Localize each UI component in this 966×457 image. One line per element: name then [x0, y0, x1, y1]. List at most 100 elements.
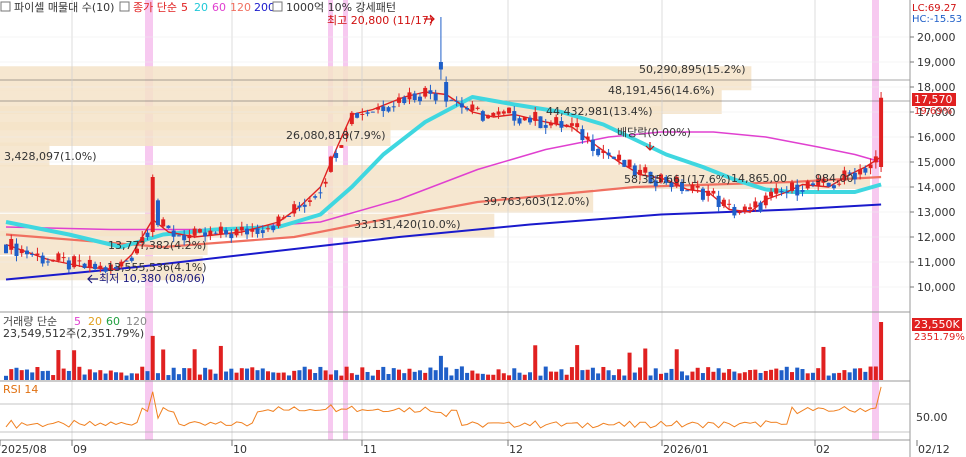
candle-body — [98, 265, 103, 269]
time-tick-label: 10 — [233, 443, 247, 456]
candle — [370, 111, 375, 113]
volume-bar — [491, 374, 496, 380]
candle-body — [470, 104, 475, 111]
candle-body — [40, 255, 45, 264]
volume-bar — [826, 375, 831, 380]
candle-body — [438, 62, 443, 70]
pattern-toggle[interactable] — [272, 1, 283, 12]
volume-bar — [286, 375, 291, 380]
time-tick-label: 09 — [73, 443, 87, 456]
volume-bar — [590, 367, 595, 380]
candle — [166, 225, 171, 229]
candle-body — [716, 195, 721, 207]
candle-body — [596, 148, 601, 156]
candle-body — [790, 182, 794, 191]
candle-body — [737, 211, 742, 214]
volume-bar — [779, 370, 784, 380]
volume-bar — [496, 369, 501, 380]
volume-bar — [847, 372, 852, 380]
volume-bar — [810, 372, 815, 380]
volume-bar — [61, 368, 66, 380]
volume-bar — [763, 370, 768, 380]
volume-bar — [4, 375, 8, 380]
candle-body — [569, 123, 574, 126]
volume-bar — [554, 371, 559, 380]
volume-bar — [40, 371, 45, 380]
volume-bar — [669, 368, 674, 380]
candle-body — [155, 200, 160, 226]
candle-body — [297, 205, 302, 208]
volume-bar — [454, 368, 459, 380]
volume-profile-label: 14,865,00 — [731, 172, 787, 185]
candle-body — [292, 204, 297, 214]
candle-body — [349, 112, 354, 125]
candle-body — [533, 111, 538, 121]
candle-body — [229, 233, 234, 239]
price-tick-label: 16,000 — [917, 131, 956, 144]
volume-bar — [376, 369, 381, 380]
settings-toggle[interactable] — [0, 1, 11, 12]
candle-body — [706, 190, 711, 196]
candle-body — [753, 201, 758, 208]
volume-bar — [66, 370, 71, 380]
volume-bar — [166, 375, 171, 380]
candle-body — [271, 225, 276, 231]
volume-bar — [795, 367, 800, 380]
candle-body — [475, 107, 480, 109]
annotation-low: 최저 10,380 (08/06) — [99, 272, 205, 285]
volume-bar — [344, 366, 349, 380]
volume-bar — [465, 372, 470, 380]
candle-body — [386, 107, 391, 112]
candle-body — [779, 191, 784, 193]
time-tick-label: 02 — [816, 443, 830, 456]
candle-body — [4, 244, 8, 254]
candle-body — [727, 203, 732, 205]
volume-bar — [391, 368, 396, 380]
pattern-label: 1000억 10% 강세패턴 — [286, 1, 396, 14]
candle-body — [496, 111, 501, 115]
candle-body — [412, 93, 417, 101]
candle-body — [239, 226, 244, 231]
annotation-high: 최고 20,800 (11/17) — [327, 14, 433, 27]
candle-body — [863, 168, 868, 173]
candle-body — [528, 117, 532, 123]
candle — [150, 174, 155, 237]
volume-profile-toggle[interactable]: 파이셀 매물대 수(10) — [14, 1, 114, 14]
candle-body — [564, 124, 569, 127]
volume-bar — [260, 368, 265, 380]
volume-bar — [449, 375, 454, 380]
volume-bar — [381, 366, 386, 380]
volume-bar — [459, 366, 464, 380]
candle-body — [339, 145, 344, 148]
volume-bar — [192, 349, 197, 380]
volume-bar — [255, 370, 260, 380]
stock-chart[interactable]: 50,290,895(15.2%) 48,191,456(14.6%) 44,432… — [0, 0, 966, 457]
volume-bar — [564, 374, 569, 380]
candle-body — [538, 116, 543, 129]
volume-bar — [402, 373, 407, 380]
candle-body — [9, 238, 14, 250]
volume-bar — [103, 373, 108, 380]
volume-bar — [234, 372, 239, 380]
candle-body — [176, 235, 181, 237]
volume-bar — [622, 375, 627, 380]
volume-badge-value: 23,550K — [914, 318, 960, 331]
candle-body — [281, 217, 286, 219]
candle-body — [51, 259, 56, 262]
candle-body — [402, 97, 407, 104]
volume-bar — [150, 335, 155, 380]
candle-body — [286, 215, 291, 217]
ma200-label: 200 — [254, 1, 275, 14]
volume-bar — [732, 371, 737, 380]
volume-bar — [119, 372, 124, 380]
volume-profile-label: 13,77?,382(4.2%) — [108, 239, 206, 252]
time-tick-label: 12 — [509, 443, 523, 456]
volume-bar — [711, 371, 716, 380]
volume-bar — [601, 366, 606, 380]
volume-bar — [685, 375, 690, 380]
price-toggle[interactable] — [119, 1, 130, 12]
current-price-badge: 17,570 19.69% — [912, 93, 956, 117]
candle — [700, 186, 705, 202]
volume-bar — [360, 367, 365, 380]
volume-bar — [873, 366, 878, 380]
